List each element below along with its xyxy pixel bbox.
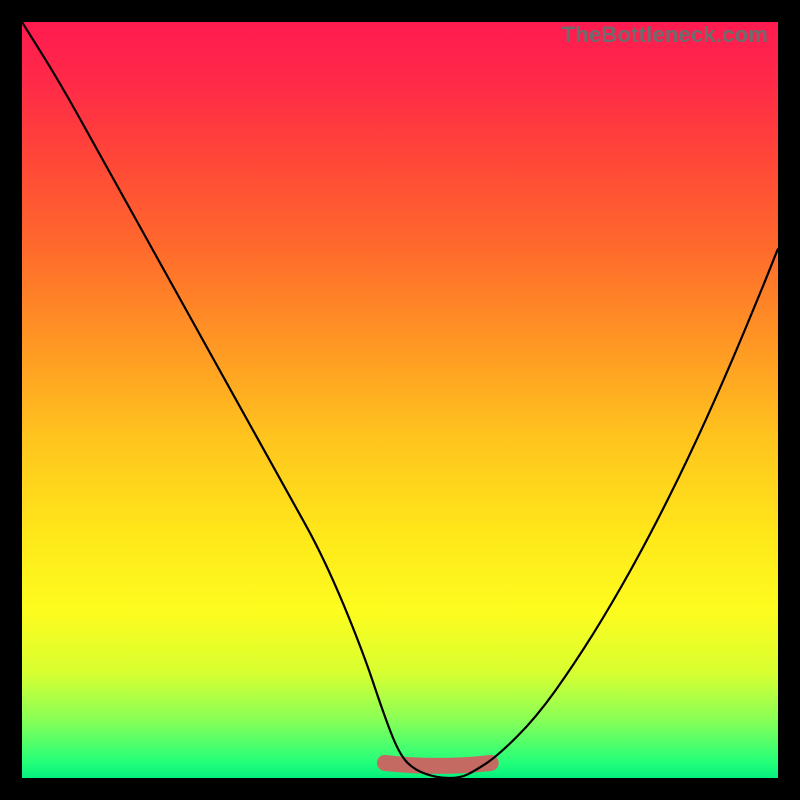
curve-svg <box>22 22 778 778</box>
plot-area: TheBottleneck.com <box>22 22 778 778</box>
bottleneck-curve <box>22 22 778 778</box>
chart-frame: TheBottleneck.com <box>0 0 800 800</box>
optimal-range-marker <box>385 763 491 766</box>
